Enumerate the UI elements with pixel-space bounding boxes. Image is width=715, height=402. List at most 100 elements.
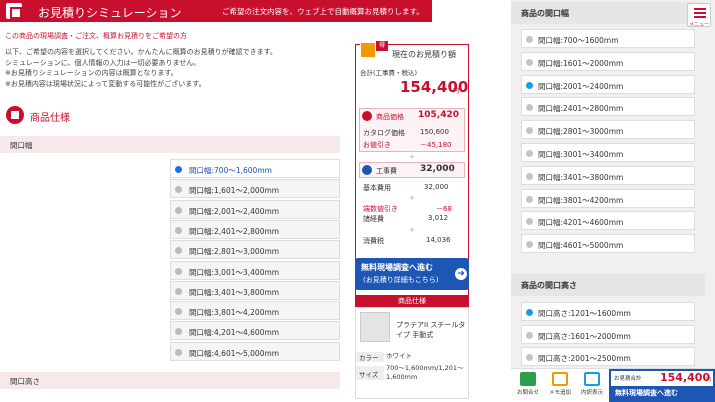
radio-icon: [526, 354, 533, 362]
width-option[interactable]: 間口幅:2,401～2,800mm: [170, 219, 340, 239]
color-label: カラー: [356, 352, 384, 362]
tax: 14,036: [426, 236, 451, 244]
size-label: サイズ: [356, 366, 384, 380]
spec-section-title: 商品仕様: [30, 113, 70, 124]
radio-icon: [526, 241, 533, 249]
catalog-price-label: カタログ価格: [363, 129, 405, 137]
memo-icon: [552, 372, 568, 386]
breakdown-button[interactable]: 内訳表示: [578, 370, 606, 400]
height-section-header: 間口高さ: [0, 372, 340, 389]
bottom-survey-button[interactable]: 無料現場調査へ進む: [611, 386, 713, 400]
total-yen: 円: [453, 88, 460, 95]
option-label: 間口幅:4,601～5,000mm: [189, 348, 280, 358]
work-price-label: 工事費: [376, 167, 397, 175]
width-option[interactable]: 間口幅:3,401～3,800mm: [170, 280, 340, 300]
right-width-option[interactable]: 間口幅:3401～3800mm: [521, 165, 695, 185]
right-width-option[interactable]: 間口幅:1601～2000mm: [521, 51, 695, 71]
inquiry-note[interactable]: この商品の現場調査・ご注文、概算お見積りをご希望の方: [5, 31, 187, 41]
width-option[interactable]: 間口幅:4,601～5,000mm: [170, 341, 340, 361]
intro-line: シミュレーションに、個人情報の入力は一切必要ありません。: [5, 58, 201, 67]
radio-icon: [526, 150, 533, 157]
mail-icon: [520, 372, 536, 386]
width-option[interactable]: 間口幅:2,801～3,000mm: [170, 240, 340, 260]
misc-fee-label: 諸経費: [363, 215, 384, 223]
estimate-title: 現在のお見積り額: [392, 50, 456, 59]
calculator-icon: [360, 42, 376, 58]
right-width-option[interactable]: 間口幅:3001～3400mm: [521, 143, 695, 162]
bottom-estimate-yen: 円: [706, 377, 712, 383]
radio-icon: [175, 287, 182, 295]
right-height-option[interactable]: 間口高さ:1601～2000mm: [521, 324, 695, 344]
option-label: 間口幅:700～1,600mm: [189, 166, 272, 175]
menu-bar: [694, 16, 706, 18]
option-label: 間口高さ:2001～2500mm: [538, 354, 631, 364]
width-section-label: 間口幅: [10, 141, 33, 150]
discount-value: －45,180: [420, 141, 452, 149]
radio-icon: [175, 226, 182, 234]
right-height-option[interactable]: 間口高さ:1201～1600mm: [521, 302, 695, 321]
catalog-price: 150,600: [420, 128, 449, 136]
right-height-header: 商品の間口高さ: [511, 274, 705, 296]
box-icon: [6, 106, 24, 124]
bottom-estimate-label: お見積合計: [614, 376, 642, 382]
size-value: 700～1,600mm/1,201～1,600mm: [386, 364, 464, 381]
misc-fee: 3,012: [428, 214, 449, 222]
right-width-option[interactable]: 間口幅:2801～3000mm: [521, 120, 695, 140]
plus-sign: +: [409, 194, 415, 202]
radio-icon: [526, 104, 533, 112]
right-height-option[interactable]: 間口高さ:2001～2500mm: [521, 347, 695, 367]
radio-icon: [175, 308, 182, 316]
width-option[interactable]: 間口幅:3,001～3,400mm: [170, 260, 340, 280]
right-width-option[interactable]: 間口幅:3801～4200mm: [521, 188, 695, 208]
color-value: ホワイト: [386, 352, 412, 360]
intro-line: ※お見積りシミュレーションの内容は概算となります。: [5, 69, 178, 77]
option-label: 間口幅:4,201～4,600mm: [189, 328, 280, 338]
contact-button[interactable]: お問合せ: [514, 370, 542, 400]
right-width-option[interactable]: 間口幅:2401～2800mm: [521, 97, 695, 117]
height-section-label: 間口高さ: [10, 377, 40, 386]
plus-sign: +: [409, 153, 415, 161]
page-title: お見積りシミュレーション: [38, 6, 182, 20]
right-width-option[interactable]: 間口幅:2001～2400mm: [521, 74, 695, 94]
menu-bar: [694, 12, 706, 14]
intro-line: ※お見積内容は現場状況によって変動する可能性がございます。: [5, 79, 206, 88]
width-option[interactable]: 間口幅:700～1,600mm: [170, 159, 340, 178]
option-label: 間口幅:3001～3400mm: [538, 150, 624, 159]
work-price: 32,000: [420, 164, 455, 174]
radio-icon: [526, 81, 533, 89]
radio-icon: [526, 36, 533, 43]
radio-icon: [526, 195, 533, 203]
right-width-option[interactable]: 間口幅:4201～4600mm: [521, 211, 695, 231]
width-option[interactable]: 間口幅:1,601～2,000mm: [170, 179, 340, 199]
deal-badge: 得: [376, 41, 388, 51]
arrow-right-icon: ➜: [455, 268, 467, 280]
width-option[interactable]: 間口幅:2,001～2,400mm: [170, 199, 340, 219]
option-label: 間口幅:1601～2000mm: [538, 58, 624, 68]
right-width-option[interactable]: 間口幅:4601～5000mm: [521, 234, 695, 254]
radio-icon: [175, 186, 182, 194]
option-label: 間口幅:2401～2800mm: [538, 104, 624, 114]
option-label: 間口幅:3,001～3,400mm: [189, 267, 280, 277]
product-icon: [362, 111, 372, 121]
radio-icon: [175, 267, 182, 275]
memo-button[interactable]: メモ追加: [546, 370, 574, 400]
option-label: 間口幅:2,801～3,000mm: [189, 247, 280, 257]
estimate-detail-label: (お見積り詳細もこちら): [363, 276, 439, 284]
option-label: 間口幅:4601～5000mm: [538, 241, 624, 251]
width-option[interactable]: 間口幅:3,801～4,200mm: [170, 301, 340, 321]
option-label: 間口高さ:1201～1600mm: [538, 309, 631, 318]
radio-icon: [175, 348, 182, 356]
width-option[interactable]: 間口幅:4,201～4,600mm: [170, 321, 340, 341]
tax-label: 消費税: [363, 237, 384, 245]
page-subtitle: ご希望の注文内容を、ウェブ上で自動概算お見積りします。: [222, 7, 424, 16]
width-section-header: 間口幅: [0, 136, 340, 153]
radio-icon: [175, 328, 182, 336]
radio-icon: [526, 172, 533, 180]
option-label: 間口幅:700～1600mm: [538, 36, 619, 45]
intro-text: 以下、ご希望の内容を選択してください。かんたんに概算のお見積りが確認できます。 …: [5, 47, 277, 89]
right-width-header: 商品の間口幅: [511, 2, 705, 24]
right-width-option[interactable]: 間口幅:700～1600mm: [521, 29, 695, 48]
total-label: 合計(工事費・税込): [360, 69, 418, 77]
plus-sign: +: [409, 226, 415, 234]
radio-icon: [526, 309, 533, 316]
